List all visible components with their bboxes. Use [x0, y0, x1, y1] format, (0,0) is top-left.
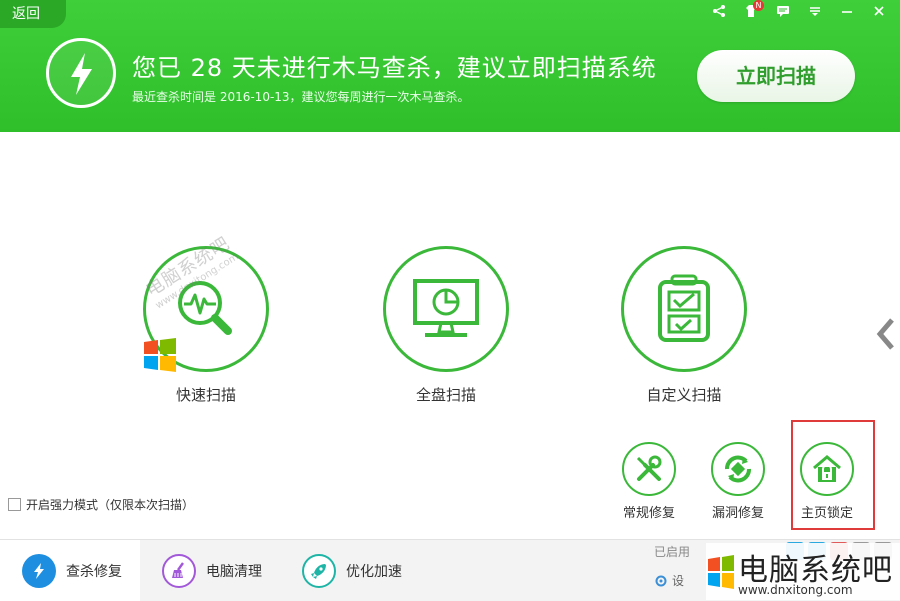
settings-label: 设 — [672, 574, 685, 588]
quick-scan-label: 快速扫描 — [175, 386, 236, 404]
patch-repair-icon — [725, 455, 751, 483]
strong-mode-label: 开启强力模式（仅限本次扫描） — [26, 498, 195, 512]
strong-mode-option[interactable]: 开启强力模式（仅限本次扫描） — [8, 496, 194, 513]
rocket-icon — [302, 553, 336, 588]
minimize-icon[interactable] — [838, 4, 856, 22]
settings-link[interactable]: 设 — [654, 572, 684, 589]
custom-scan-button[interactable] — [621, 246, 747, 372]
back-button[interactable]: 返回 — [0, 0, 66, 28]
skin-icon[interactable]: N — [742, 0, 764, 22]
last-scan-info: 最近查杀时间是 2016-10-13，建议您每周进行一次木马查杀。 — [132, 90, 470, 104]
gear-icon — [655, 575, 667, 586]
nav-scan-repair-label: 查杀修复 — [66, 563, 122, 580]
highlight-annotation — [791, 420, 875, 530]
full-scan[interactable]: 全盘扫描 — [383, 246, 509, 405]
regular-repair-label: 常规修复 — [622, 506, 675, 521]
bolt-icon — [46, 38, 116, 108]
wrench-screwdriver-icon — [636, 455, 662, 481]
custom-scan-label: 自定义扫描 — [646, 386, 722, 404]
checklist-icon — [658, 274, 710, 342]
nav-pc-clean-label: 电脑清理 — [206, 563, 262, 580]
scan-now-button[interactable]: 立即扫描 — [697, 50, 855, 102]
watermark-corner-url: www.dnxitong.com — [738, 583, 853, 597]
vulnerability-repair-button[interactable] — [711, 442, 765, 496]
monitor-icon — [413, 279, 479, 337]
message-icon[interactable] — [774, 4, 792, 22]
full-scan-label: 全盘扫描 — [415, 386, 476, 404]
header-title: 您已 28 天未进行木马查杀，建议立即扫描系统 — [132, 54, 657, 82]
regular-repair-button[interactable] — [622, 442, 676, 496]
enabled-protection-text: 已启用 — [654, 545, 691, 559]
vulnerability-repair-label: 漏洞修复 — [711, 506, 764, 521]
header-banner: 返回 N 您已 28 天未进行木马查杀，建议立即扫描系统 最近查杀时间是 201… — [0, 0, 900, 132]
close-icon[interactable] — [870, 4, 888, 22]
watermark-corner: 电脑系统吧 www.dnxitong.com — [706, 543, 900, 600]
strong-mode-checkbox[interactable] — [8, 498, 21, 511]
new-badge: N — [753, 0, 764, 11]
vulnerability-repair-tool[interactable]: 漏洞修复 — [698, 442, 778, 521]
nav-pc-clean[interactable]: 电脑清理 — [140, 540, 280, 601]
nav-optimize[interactable]: 优化加速 — [280, 540, 420, 601]
nav-optimize-label: 优化加速 — [346, 563, 402, 580]
menu-icon[interactable] — [806, 4, 824, 22]
windows-logo-icon — [708, 555, 734, 589]
nav-scan-repair[interactable]: 查杀修复 — [0, 540, 140, 601]
custom-scan[interactable]: 自定义扫描 — [621, 246, 747, 405]
windows-logo-icon — [144, 338, 176, 372]
broom-icon — [162, 553, 196, 588]
window-controls: N — [710, 0, 888, 22]
chevron-left-icon[interactable] — [874, 316, 900, 352]
share-icon[interactable] — [710, 4, 728, 22]
regular-repair-tool[interactable]: 常规修复 — [609, 442, 689, 521]
full-scan-button[interactable] — [383, 246, 509, 372]
bolt-icon — [22, 553, 56, 588]
